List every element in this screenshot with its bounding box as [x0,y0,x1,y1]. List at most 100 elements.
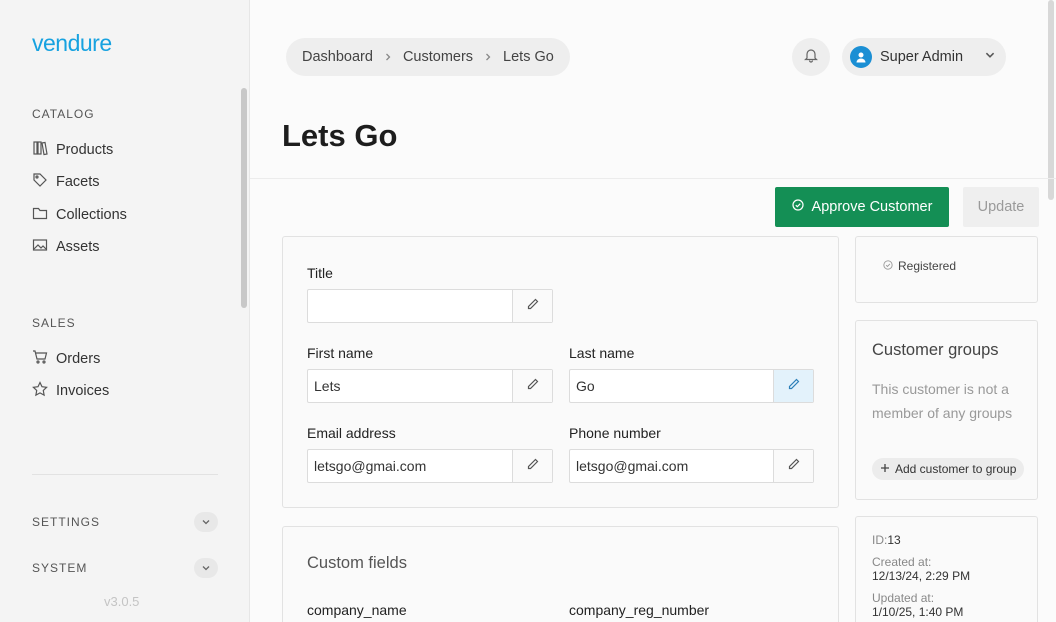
user-menu-button[interactable]: Super Admin [842,38,1006,76]
approve-customer-button[interactable]: Approve Customer [775,187,949,227]
book-icon [32,140,48,160]
pencil-icon [787,377,801,396]
email-field[interactable]: letsgo@gmai.com [307,449,553,483]
star-icon [32,381,48,401]
id-value: 13 [887,533,901,547]
sidebar-item-invoices[interactable]: Invoices [32,381,109,401]
sidebar-item-label: Assets [56,239,100,255]
sales-section-title: SALES [32,316,76,330]
customer-id: ID:13 [872,533,901,547]
check-circle-icon [883,259,893,273]
title-field[interactable] [307,289,553,323]
title-edit-button[interactable] [512,290,552,322]
add-customer-to-group-button[interactable]: Add customer to group [872,458,1025,480]
customer-groups-card: Customer groups This customer is not a m… [855,320,1038,500]
status-badge: Registered [883,259,956,273]
tag-icon [32,172,48,192]
customer-meta-card: ID:13 Created at: 12/13/24, 2:29 PM Upda… [855,516,1038,622]
chevron-right-icon [383,50,393,65]
status-label: Registered [898,259,957,273]
breadcrumb-current[interactable]: Lets Go [503,49,554,65]
image-icon [32,237,48,257]
chevron-down-icon[interactable] [194,558,218,578]
bell-icon [803,47,819,68]
sidebar-item-label: Invoices [56,383,110,399]
page-title: Lets Go [282,118,398,153]
main-content: Dashboard Customers Lets Go Super Admin … [250,0,1056,622]
settings-section-toggle[interactable]: SETTINGS [32,512,218,532]
created-at: Created at: 12/13/24, 2:29 PM [872,555,970,583]
phone-label: Phone number [569,425,661,441]
first-name-label: First name [307,345,374,361]
company-reg-number-label: company_reg_number [569,602,710,618]
custom-fields-card: Custom fields company_name company_reg_n… [282,526,839,622]
user-avatar-icon [850,46,872,68]
sidebar-item-label: Collections [56,207,127,223]
pencil-icon [526,377,540,396]
system-section-toggle[interactable]: SYSTEM [32,558,218,578]
breadcrumb-customers[interactable]: Customers [403,49,473,65]
last-name-edit-button[interactable] [773,370,813,402]
settings-label: SETTINGS [32,515,101,529]
email-edit-button[interactable] [512,450,552,482]
created-value: 12/13/24, 2:29 PM [872,569,971,583]
sidebar-item-products[interactable]: Products [32,140,113,160]
cart-icon [32,349,48,369]
last-name-field[interactable]: Go [569,369,814,403]
sidebar-item-label: Facets [56,174,100,190]
user-name: Super Admin [880,49,964,65]
sidebar: vendure CATALOG Products Facets Collecti… [0,0,250,622]
sidebar-divider [32,474,218,475]
customer-status-card: Registered [855,236,1038,303]
created-label: Created at: [872,555,932,569]
page-scrollbar[interactable] [1048,0,1054,200]
title-input[interactable] [308,290,512,322]
last-name-label: Last name [569,345,635,361]
notifications-button[interactable] [792,38,830,76]
chevron-down-icon [984,49,996,65]
system-label: SYSTEM [32,561,88,575]
update-button[interactable]: Update [963,187,1039,227]
sidebar-item-label: Orders [56,351,101,367]
id-label: ID: [872,533,888,547]
customer-groups-title: Customer groups [872,341,999,359]
approve-customer-label: Approve Customer [811,199,933,215]
breadcrumb: Dashboard Customers Lets Go [286,38,570,76]
email-input[interactable]: letsgo@gmai.com [308,450,512,482]
first-name-field[interactable]: Lets [307,369,553,403]
pencil-icon [526,297,540,316]
phone-field[interactable]: letsgo@gmai.com [569,449,814,483]
phone-edit-button[interactable] [773,450,813,482]
add-customer-to-group-label: Add customer to group [895,462,1017,476]
first-name-input[interactable]: Lets [308,370,512,402]
customer-detail-form: Title First name Lets Last name Go Email… [282,236,839,508]
sidebar-item-collections[interactable]: Collections [32,205,127,225]
customer-groups-empty-text: This customer is not a member of any gro… [872,381,1013,421]
breadcrumb-dashboard[interactable]: Dashboard [302,49,373,65]
sidebar-item-assets[interactable]: Assets [32,237,100,257]
sidebar-item-facets[interactable]: Facets [32,172,100,192]
check-circle-icon [791,199,804,215]
phone-input[interactable]: letsgo@gmai.com [570,450,773,482]
sidebar-scrollbar[interactable] [241,88,247,308]
last-name-input[interactable]: Go [570,370,773,402]
folder-icon [32,205,48,225]
catalog-section-title: CATALOG [32,107,95,121]
sidebar-item-orders[interactable]: Orders [32,349,100,369]
updated-value: 1/10/25, 1:40 PM [872,605,964,619]
company-name-label: company_name [307,602,407,618]
chevron-right-icon [483,50,493,65]
pencil-icon [787,457,801,476]
first-name-edit-button[interactable] [512,370,552,402]
custom-fields-title: Custom fields [307,554,407,572]
chevron-down-icon[interactable] [194,512,218,532]
plus-icon [880,462,890,476]
sidebar-item-label: Products [56,142,114,158]
pencil-icon [526,457,540,476]
title-divider [250,178,1056,179]
updated-label: Updated at: [872,591,935,605]
vendure-logo[interactable]: vendure [32,30,112,57]
title-label: Title [307,265,333,281]
app-version: v3.0.5 [104,594,140,609]
updated-at: Updated at: 1/10/25, 1:40 PM [872,591,963,619]
